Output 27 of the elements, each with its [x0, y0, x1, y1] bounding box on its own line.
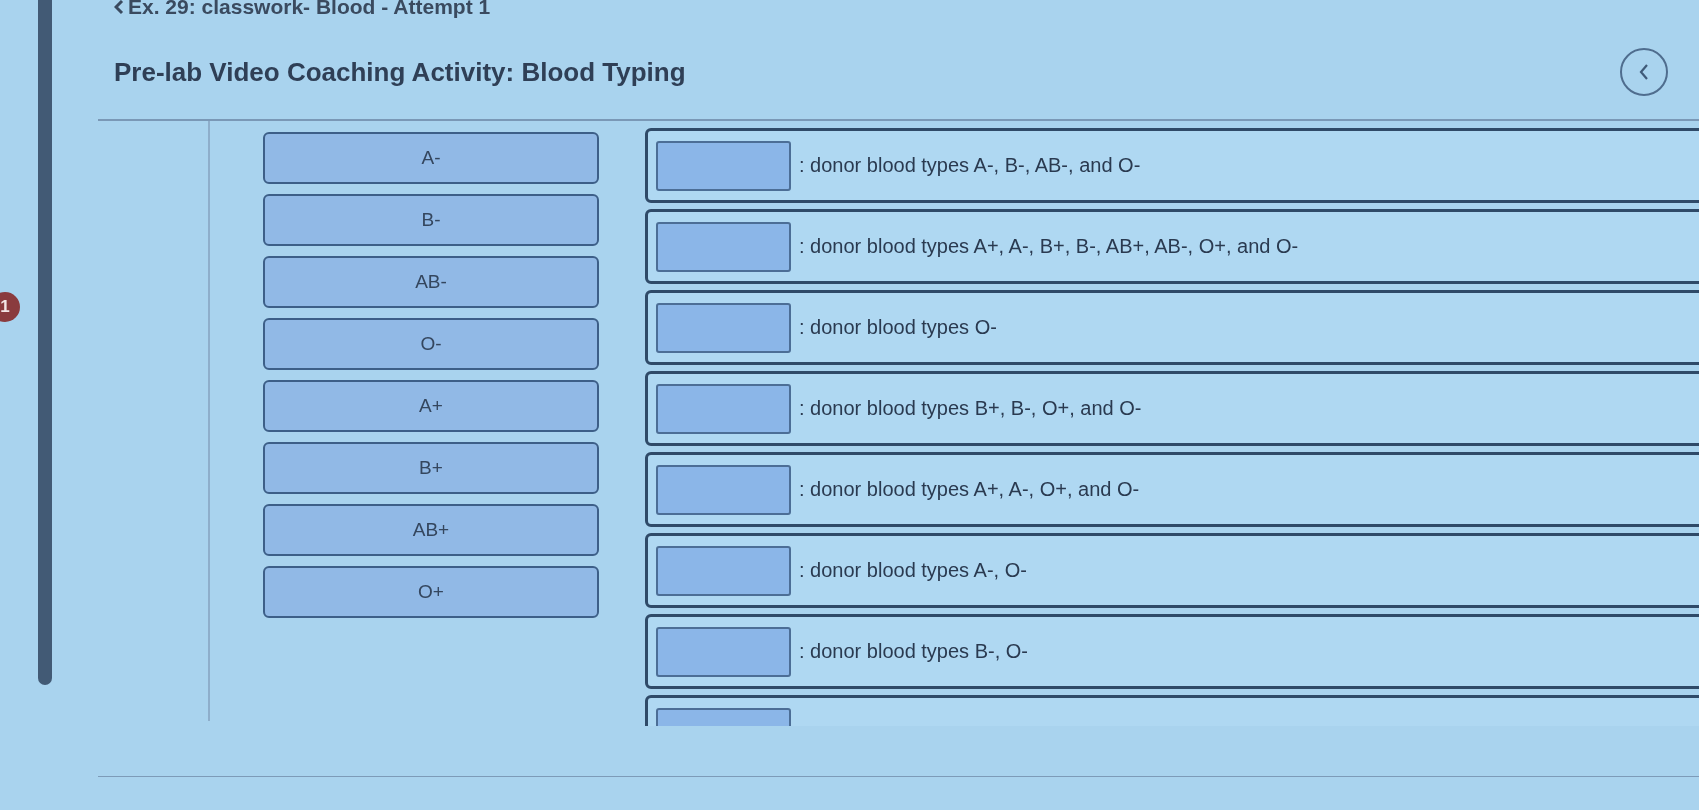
drop-box[interactable] [656, 545, 791, 596]
match-description: : donor blood types B-, O- [799, 640, 1028, 663]
match-description: : donor blood types A+, A-, B+, B-, AB+, AB-, O+, and O- [799, 235, 1299, 258]
chevron-left-icon [1638, 63, 1650, 81]
back-button[interactable] [1620, 48, 1668, 96]
drop-box[interactable] [656, 302, 791, 353]
answer-option-chip[interactable]: O- [263, 318, 599, 370]
drop-box[interactable] [656, 383, 791, 434]
question-number-badge[interactable]: 1 [0, 292, 20, 322]
match-description: : donor blood types O- [799, 316, 997, 339]
answer-option-chip[interactable]: B+ [263, 442, 599, 494]
match-description: : donor blood types A-, O- [799, 559, 1027, 582]
chevron-left-icon [114, 0, 124, 15]
drop-box[interactable] [656, 221, 791, 272]
match-description: : donor blood types A-, B-, AB-, and O- [799, 154, 1141, 177]
answer-option-chip[interactable]: A- [263, 132, 599, 184]
match-description: : donor blood types A+, A-, O+, and O- [799, 478, 1140, 501]
drop-box[interactable] [656, 464, 791, 515]
drop-box[interactable] [656, 140, 791, 191]
answer-option-chip[interactable]: AB+ [263, 504, 599, 556]
answer-option-chip[interactable]: B- [263, 194, 599, 246]
drop-box[interactable] [656, 626, 791, 677]
answer-option-chip[interactable]: A+ [263, 380, 599, 432]
match-description: : donor blood types B+, B-, O+, and O- [799, 397, 1142, 420]
answer-option-chip[interactable]: O+ [263, 566, 599, 618]
answer-option-chip[interactable]: AB- [263, 256, 599, 308]
activity-title: Pre-lab Video Coaching Activity: Blood Typing [114, 56, 686, 88]
